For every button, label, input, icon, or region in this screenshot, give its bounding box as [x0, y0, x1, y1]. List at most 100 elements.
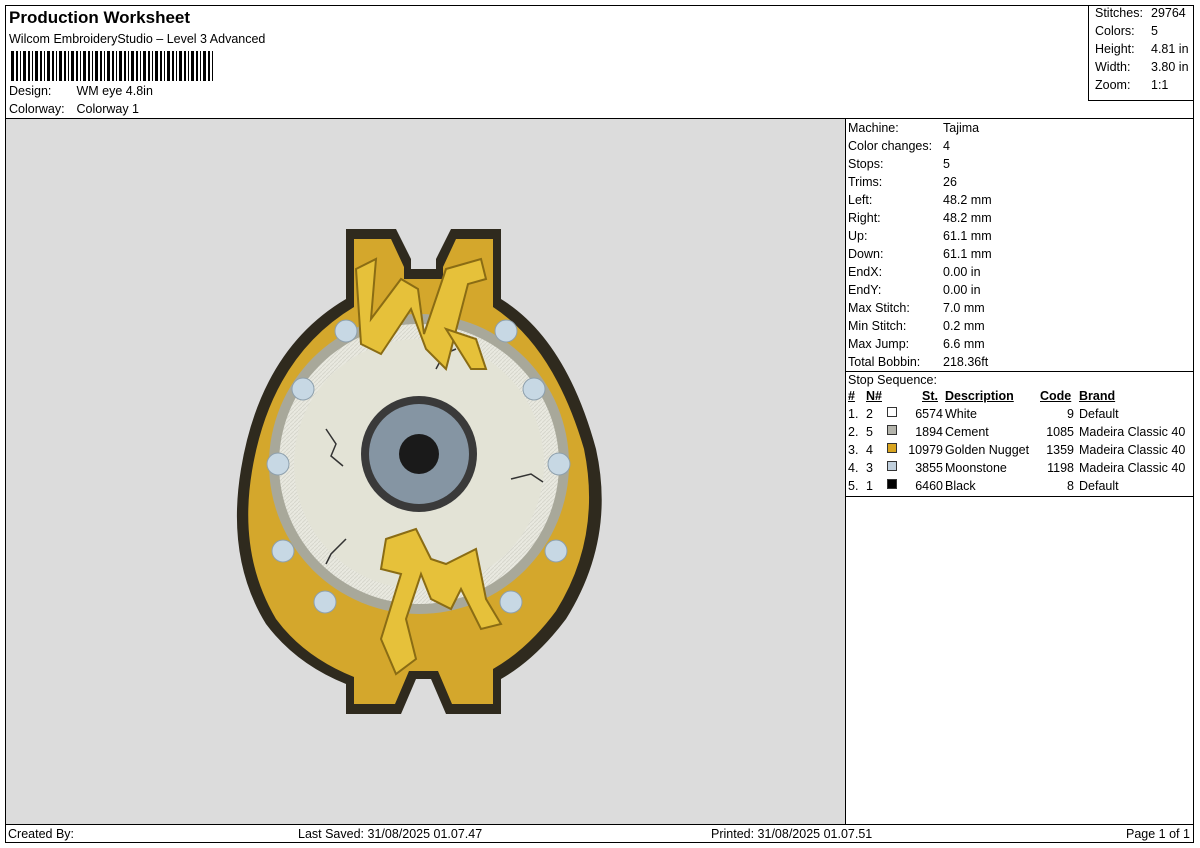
thread-code: 1085: [1046, 425, 1074, 439]
colorway-value: Colorway 1: [76, 102, 140, 116]
worksheet-header: Production Worksheet Wilcom EmbroiderySt…: [6, 6, 1088, 118]
thread-description: Moonstone: [945, 461, 1007, 475]
param-label: Color changes:: [848, 139, 933, 153]
param-label: EndX:: [848, 265, 883, 279]
thread-code: 9: [1067, 407, 1074, 421]
thread-color-swatch: [887, 425, 897, 435]
thread-brand: Default: [1079, 479, 1119, 493]
design-preview: [6, 119, 845, 824]
param-label: Machine:: [848, 121, 899, 135]
param-row: Up: 61.1 mm: [848, 229, 992, 247]
column-header: Description: [945, 389, 1014, 403]
divider: [846, 496, 1194, 497]
needle-number: 2: [866, 407, 873, 421]
summary-row: Height: 4.81 in: [1095, 42, 1189, 56]
stitch-count: 6574: [915, 407, 943, 421]
needle-number: 3: [866, 461, 873, 475]
param-label: Total Bobbin:: [848, 355, 921, 369]
param-label: Max Jump:: [848, 337, 910, 351]
summary-row: Stitches: 29764: [1095, 6, 1186, 20]
thread-brand: Default: [1079, 407, 1119, 421]
param-label: Min Stitch:: [848, 319, 907, 333]
param-label: Left:: [848, 193, 873, 207]
param-label: EndY:: [848, 283, 882, 297]
summary-row: Zoom: 1:1: [1095, 78, 1168, 92]
param-value: 0.2 mm: [943, 319, 985, 333]
page-number: Page 1 of 1: [1126, 827, 1190, 841]
thread-description: White: [945, 407, 977, 421]
table-row: 1. 2 6574 White 9 Default: [846, 407, 1194, 425]
param-label: Up:: [848, 229, 868, 243]
param-value: 6.6 mm: [943, 337, 985, 351]
stop-number: 3.: [848, 443, 859, 457]
param-row: Trims: 26: [848, 175, 957, 193]
thread-brand: Madeira Classic 40: [1079, 425, 1186, 439]
param-value: 0.00 in: [943, 265, 981, 279]
divider: [846, 371, 1194, 372]
param-value: 61.1 mm: [943, 229, 992, 243]
barcode: [11, 51, 213, 81]
needle-number: 1: [866, 479, 873, 493]
param-row: Left: 48.2 mm: [848, 193, 992, 211]
stop-number: 4.: [848, 461, 859, 475]
summary-box: Stitches: 29764 Colors: 5 Height: 4.81 in W…: [1088, 6, 1193, 101]
param-row: Right: 48.2 mm: [848, 211, 992, 229]
column-header: N#: [866, 389, 882, 403]
last-saved: Last Saved: 31/08/2025 01.07.47: [298, 827, 483, 841]
param-row: Machine: Tajima: [848, 121, 979, 139]
divider: [5, 824, 1194, 825]
stitch-count: 3855: [915, 461, 943, 475]
thread-description: Golden Nugget: [945, 443, 1030, 457]
param-value: 4: [943, 139, 950, 153]
column-header: Code: [1040, 389, 1072, 403]
param-label: Right:: [848, 211, 881, 225]
machine-parameters: Machine: Tajima Color changes: 4 Stops: 5 T…: [846, 119, 1194, 371]
param-value: 0.00 in: [943, 283, 981, 297]
summary-row: Colors: 5: [1095, 24, 1158, 38]
param-label: Max Stitch:: [848, 301, 910, 315]
design-value: WM eye 4.8in: [76, 84, 153, 98]
summary-label: Width:: [1095, 60, 1131, 74]
thread-description: Cement: [945, 425, 989, 439]
page-title: Production Worksheet: [9, 8, 191, 27]
summary-value: 29764: [1151, 6, 1186, 20]
param-row: Max Jump: 6.6 mm: [848, 337, 985, 355]
param-value: 218.36ft: [943, 355, 989, 369]
thread-color-swatch: [887, 407, 897, 417]
stop-number: 1.: [848, 407, 859, 421]
embroidery-design: [236, 229, 602, 714]
thread-color-swatch: [887, 461, 897, 471]
software-subtitle: Wilcom EmbroideryStudio – Level 3 Advanc…: [9, 32, 266, 46]
needle-number: 4: [866, 443, 873, 457]
param-value: 48.2 mm: [943, 211, 992, 225]
stop-sequence-title: Stop Sequence:: [848, 373, 937, 387]
column-header: #: [848, 389, 855, 403]
param-value: 48.2 mm: [943, 193, 992, 207]
created-by: Created By:: [8, 827, 75, 841]
needle-number: 5: [866, 425, 873, 439]
column-header: St.: [922, 389, 938, 403]
param-row: Max Stitch: 7.0 mm: [848, 301, 985, 319]
stitch-count: 6460: [915, 479, 943, 493]
param-row: Min Stitch: 0.2 mm: [848, 319, 985, 337]
summary-value: 1:1: [1151, 78, 1169, 92]
param-value: 26: [943, 175, 957, 189]
printed-date: Printed: 31/08/2025 01.07.51: [711, 827, 873, 841]
thread-color-swatch: [887, 443, 897, 453]
param-value: 61.1 mm: [943, 247, 992, 261]
stitch-count: 1894: [915, 425, 943, 439]
thread-description: Black: [945, 479, 976, 493]
column-header: Brand: [1079, 389, 1116, 403]
param-row: EndX: 0.00 in: [848, 265, 981, 283]
thread-color-swatch: [887, 479, 897, 489]
summary-label: Zoom:: [1095, 78, 1131, 92]
table-row: 3. 4 10979 Golden Nugget 1359 Madeira Classic…: [846, 443, 1194, 461]
summary-value: 3.80 in: [1151, 60, 1189, 74]
param-value: 5: [943, 157, 950, 171]
thread-code: 1198: [1047, 461, 1074, 475]
summary-value: 4.81 in: [1151, 42, 1189, 56]
summary-label: Stitches:: [1095, 6, 1143, 20]
summary-label: Height:: [1095, 42, 1135, 56]
table-header: # N# St. Description Code Brand: [846, 389, 1194, 407]
param-row: Stops: 5: [848, 157, 950, 175]
